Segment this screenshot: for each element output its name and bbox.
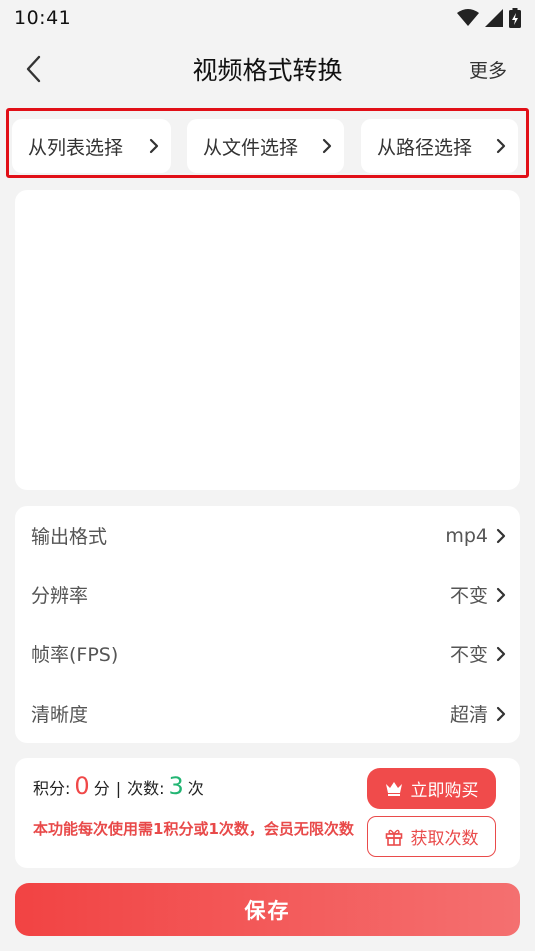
get-count-button[interactable]: 获取次数 xyxy=(367,816,496,857)
setting-row-output-format[interactable]: 输出格式 mp4 xyxy=(15,506,520,565)
setting-row-clarity[interactable]: 清晰度 超清 xyxy=(15,684,520,743)
setting-row-resolution[interactable]: 分辨率 不变 xyxy=(15,565,520,624)
select-from-list-button[interactable]: 从列表选择 xyxy=(12,119,171,173)
back-arrow-icon[interactable] xyxy=(20,54,50,84)
count-label: 次数: xyxy=(127,779,165,798)
more-button[interactable]: 更多 xyxy=(469,56,507,83)
points-label: 积分: xyxy=(33,779,71,798)
wifi-icon xyxy=(457,9,479,26)
video-preview-area[interactable] xyxy=(15,190,520,490)
chevron-right-icon xyxy=(496,706,506,721)
setting-value: mp4 xyxy=(445,524,488,547)
setting-label: 分辨率 xyxy=(31,585,89,607)
chevron-right-icon xyxy=(496,138,506,154)
select-from-path-button[interactable]: 从路径选择 xyxy=(361,119,518,173)
points-summary: 积分: 0 分 | 次数: 3 次 xyxy=(33,772,204,806)
chevron-right-icon xyxy=(322,138,332,154)
get-count-label: 获取次数 xyxy=(410,829,479,849)
status-time: 10:41 xyxy=(14,7,72,29)
status-bar: 10:41 xyxy=(0,0,535,36)
buy-now-button[interactable]: 立即购买 xyxy=(367,768,496,809)
save-button[interactable]: 保存 xyxy=(15,883,520,936)
chevron-right-icon xyxy=(496,587,506,602)
select-from-file-label: 从文件选择 xyxy=(203,136,299,159)
points-separator: | xyxy=(115,779,122,798)
count-value: 3 xyxy=(168,772,184,800)
setting-value: 超清 xyxy=(449,704,488,726)
chevron-right-icon xyxy=(149,138,159,154)
points-card: 积分: 0 分 | 次数: 3 次 本功能每次使用需1积分或1次数，会员无限次数… xyxy=(15,758,520,868)
setting-row-frame-rate[interactable]: 帧率(FPS) 不变 xyxy=(15,624,520,683)
source-selection-row: 从列表选择 从文件选择 从路径选择 xyxy=(6,108,529,178)
page-title: 视频格式转换 xyxy=(192,56,343,85)
buy-now-label: 立即购买 xyxy=(410,781,479,801)
usage-note: 本功能每次使用需1积分或1次数，会员无限次数 xyxy=(33,820,354,838)
select-from-path-label: 从路径选择 xyxy=(377,136,473,159)
setting-value: 不变 xyxy=(449,644,488,666)
setting-label: 帧率(FPS) xyxy=(31,644,119,666)
select-from-file-button[interactable]: 从文件选择 xyxy=(187,119,344,173)
count-unit: 次 xyxy=(187,779,204,798)
status-icons xyxy=(457,8,521,28)
setting-value: 不变 xyxy=(449,585,488,607)
setting-label: 输出格式 xyxy=(31,526,108,548)
select-from-list-label: 从列表选择 xyxy=(28,136,124,159)
settings-card: 输出格式 mp4 分辨率 不变 帧率(FPS) 不变 清晰度 超清 xyxy=(15,506,520,743)
setting-label: 清晰度 xyxy=(31,704,89,726)
points-value: 0 xyxy=(74,772,90,800)
gift-icon xyxy=(385,829,402,846)
signal-icon xyxy=(485,9,503,27)
crown-icon xyxy=(385,782,402,796)
nav-bar: 视频格式转换 更多 xyxy=(0,36,535,102)
battery-icon xyxy=(509,8,521,28)
points-unit: 分 xyxy=(93,779,110,798)
chevron-right-icon xyxy=(496,646,506,661)
chevron-right-icon xyxy=(496,528,506,543)
